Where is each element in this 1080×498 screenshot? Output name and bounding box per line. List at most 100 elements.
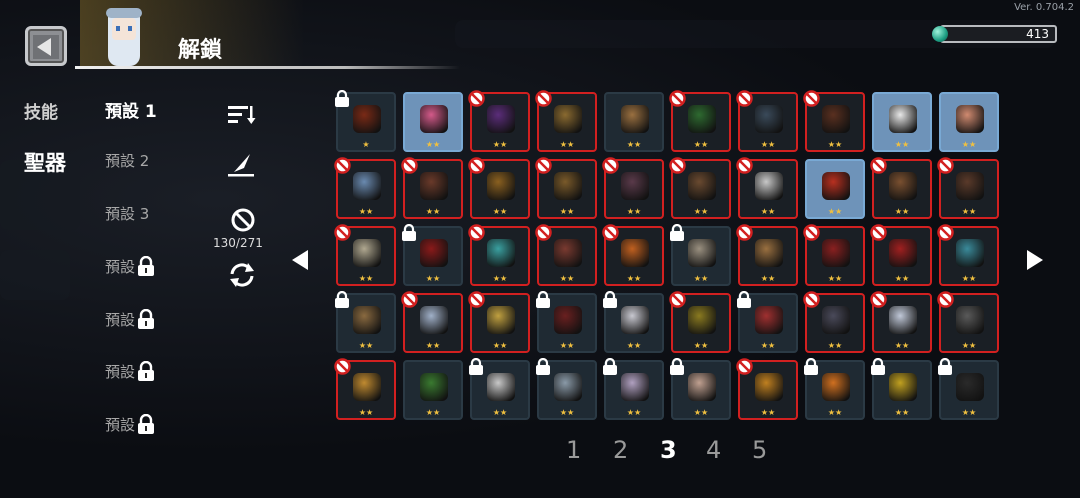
page-5[interactable]: 5: [752, 436, 767, 464]
preset-3[interactable]: 預設 3: [105, 203, 149, 224]
quill-icon[interactable]: [228, 152, 256, 178]
preset-1[interactable]: 預設 1: [105, 97, 157, 122]
relic-slot[interactable]: ★★: [803, 291, 865, 353]
relic-slot[interactable]: ★★: [670, 223, 731, 286]
relic-slot[interactable]: ★★: [938, 357, 999, 420]
relic-slot[interactable]: ★★: [602, 157, 664, 219]
relic-slot[interactable]: ★★: [401, 157, 463, 219]
relic-slot[interactable]: ★★: [403, 92, 463, 152]
relic-slot[interactable]: ★★: [334, 358, 396, 420]
relic-slot[interactable]: ★★: [535, 290, 597, 353]
relic-icon: [554, 306, 582, 334]
relic-stars: ★★: [559, 341, 575, 350]
relic-stars: ★★: [626, 408, 642, 417]
relic-slot[interactable]: ★★: [335, 290, 396, 353]
category-skills[interactable]: 技能: [24, 98, 58, 123]
page-2[interactable]: 2: [613, 436, 628, 464]
relic-slot[interactable]: ★★: [736, 358, 798, 420]
relic-slot[interactable]: ★★: [669, 291, 731, 353]
relic-slot[interactable]: ★★: [468, 291, 530, 353]
relic-icon: [554, 172, 582, 200]
relic-icon: [688, 105, 716, 133]
relic-slot[interactable]: ★★: [669, 90, 731, 152]
page-title: 解鎖: [178, 38, 223, 63]
relic-slot[interactable]: ★★: [602, 224, 664, 286]
relic-slot[interactable]: ★★: [468, 157, 530, 219]
page-1[interactable]: 1: [566, 436, 581, 464]
relic-icon: [956, 306, 984, 334]
preset-locked[interactable]: 預設: [105, 414, 155, 435]
next-page-arrow[interactable]: [1027, 250, 1043, 270]
sort-icon[interactable]: [228, 104, 256, 126]
relic-slot[interactable]: ★★: [403, 360, 463, 420]
relic-slot[interactable]: ★★: [468, 224, 530, 286]
relic-slot[interactable]: ★★: [535, 157, 597, 219]
relic-icon: [353, 172, 381, 200]
prev-page-arrow[interactable]: [292, 250, 308, 270]
relic-stars: ★: [362, 140, 370, 149]
relic-slot[interactable]: ★★: [469, 357, 530, 420]
relic-slot[interactable]: ★★: [402, 223, 463, 286]
relic-slot[interactable]: ★★: [736, 90, 798, 152]
relic-slot[interactable]: ★★: [603, 357, 664, 420]
relic-icon: [621, 239, 649, 267]
relic-slot[interactable]: ★★: [670, 357, 731, 420]
page-4[interactable]: 4: [706, 436, 721, 464]
relic-slot[interactable]: ★★: [334, 157, 396, 219]
relic-slot[interactable]: ★★: [939, 92, 999, 152]
ban-icon: [937, 291, 954, 312]
relic-stars: ★★: [626, 140, 642, 149]
preset-2[interactable]: 預設 2: [105, 150, 149, 171]
ban-icon: [535, 90, 552, 111]
relic-slot[interactable]: ★★: [872, 92, 932, 152]
relic-stars: ★★: [559, 140, 575, 149]
page-3[interactable]: 3: [660, 436, 677, 464]
refresh-icon[interactable]: [228, 262, 256, 288]
relic-slot[interactable]: ★★: [937, 157, 999, 219]
relic-slot[interactable]: ★★: [535, 224, 597, 286]
relic-slot[interactable]: ★★: [468, 90, 530, 152]
relic-slot[interactable]: ★: [335, 89, 396, 152]
preset-locked[interactable]: 預設: [105, 361, 155, 382]
relic-slot[interactable]: ★★: [937, 291, 999, 353]
back-button[interactable]: [25, 26, 67, 66]
relic-slot[interactable]: ★★: [805, 159, 865, 219]
relic-slot[interactable]: ★★: [669, 157, 731, 219]
relic-stars: ★★: [827, 341, 843, 350]
lock-icon: [535, 290, 551, 312]
relic-icon: [889, 239, 917, 267]
relic-stars: ★★: [961, 408, 977, 417]
relic-slot[interactable]: ★★: [536, 357, 597, 420]
relic-stars: ★★: [827, 408, 843, 417]
relic-slot[interactable]: ★★: [736, 224, 798, 286]
category-relics[interactable]: 聖器: [24, 147, 66, 177]
relic-slot[interactable]: ★★: [401, 291, 463, 353]
preset-locked[interactable]: 預設: [105, 309, 155, 330]
relic-slot[interactable]: ★★: [803, 224, 865, 286]
ban-icon[interactable]: [231, 208, 255, 232]
relic-stars: ★★: [693, 408, 709, 417]
relic-icon: [755, 373, 783, 401]
relic-slot[interactable]: ★★: [603, 290, 664, 353]
relic-slot[interactable]: ★★: [937, 224, 999, 286]
relic-slot[interactable]: ★★: [334, 224, 396, 286]
relic-slot[interactable]: ★★: [736, 157, 798, 219]
preset-locked[interactable]: 預設: [105, 256, 155, 277]
ban-icon: [803, 224, 820, 245]
relic-icon: [420, 239, 448, 267]
relic-stars: ★★: [693, 341, 709, 350]
relic-stars: ★★: [425, 140, 441, 149]
relic-slot[interactable]: ★★: [870, 157, 932, 219]
relic-slot[interactable]: ★★: [737, 290, 798, 353]
relic-stars: ★★: [492, 274, 508, 283]
relic-slot[interactable]: ★★: [604, 92, 664, 152]
relic-slot[interactable]: ★★: [804, 357, 865, 420]
ban-icon: [937, 157, 954, 178]
relic-slot[interactable]: ★★: [871, 357, 932, 420]
relic-slot[interactable]: ★★: [870, 291, 932, 353]
relic-slot[interactable]: ★★: [535, 90, 597, 152]
relic-slot[interactable]: ★★: [870, 224, 932, 286]
relic-stars: ★★: [760, 341, 776, 350]
relic-slot[interactable]: ★★: [803, 90, 865, 152]
relic-icon: [487, 239, 515, 267]
